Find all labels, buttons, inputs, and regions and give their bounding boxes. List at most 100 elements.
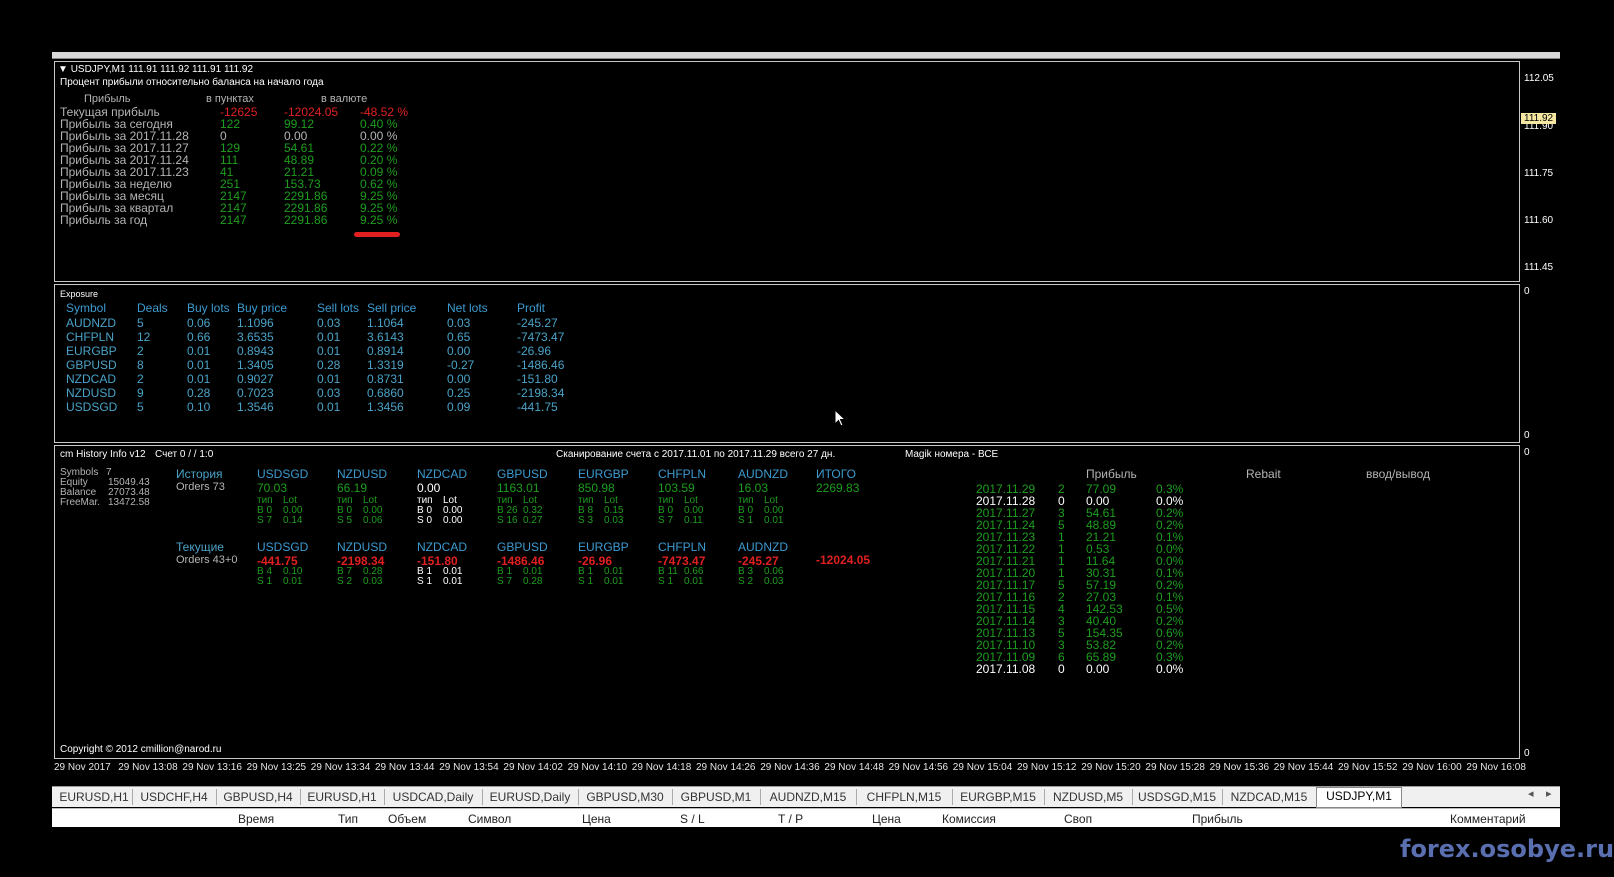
exposure-cell: 5 [137,400,144,414]
terminal-column[interactable]: Объем [388,812,426,826]
symbol-profit: 0.00 [417,481,441,495]
chart-tab[interactable]: USDSGD,M15 [1132,789,1223,805]
symbol-name: AUDNZD [738,540,788,554]
time-tick: 29 Nov 15:20 [1081,762,1141,773]
chart-tab[interactable]: NZDCAD,M15 [1222,789,1317,805]
exposure-cell: 1.1096 [237,316,274,330]
chart-tab[interactable]: AUDNZD,M15 [760,789,857,805]
sell-lots: 0.03 [764,576,784,587]
chart-tab[interactable]: EURGBP,M15 [952,789,1045,805]
history-scan-range: Сканирование счета с 2017.11.01 по 2017.… [556,449,836,460]
terminal-column[interactable]: Тип [338,812,358,826]
mouse-cursor-icon [834,408,847,430]
profit-table: Текущая прибыль -12625 -12024.05 -48.52 % Пр… [60,106,420,226]
exposure-cell: USDSGD [66,400,118,414]
history-label: История [176,467,223,481]
time-tick: 29 Nov 16:08 [1466,762,1526,773]
terminal-column[interactable]: Своп [1064,812,1092,826]
exposure-scale-bottom: 0 [1524,430,1530,441]
sell-lots: 0.01 [443,576,463,587]
profit-points: 122 [220,117,241,131]
exposure-title: Exposure [60,289,99,299]
time-tick: 29 Nov 15:04 [952,762,1013,773]
profit-label: Прибыль за год [60,213,148,227]
exposure-cell: 0.01 [317,400,341,414]
exposure-cell: NZDUSD [66,386,116,400]
chart-tab[interactable]: USDJPY,M1 [1316,787,1402,808]
terminal-column[interactable]: Прибыль [1192,812,1243,826]
exposure-cell: 0.8731 [367,372,404,386]
symbol-name: NZDCAD [417,467,467,481]
chart-tab[interactable]: CHFPLN,M15 [856,789,953,805]
symbol-profit: 66.19 [337,481,368,495]
terminal-column[interactable]: Время [238,812,274,826]
exposure-cell: 1.3456 [367,400,404,414]
account-info-key: FreeMar. [60,497,101,508]
exposure-cell: 1.3319 [367,358,404,372]
exposure-cell: 0.01 [317,344,341,358]
sell-count: S 7 [257,515,273,526]
tab-scroll-right-icon[interactable]: ▸ [1546,787,1552,800]
symbol-profit: 16.03 [738,481,769,495]
sell-count: S 1 [257,576,273,587]
exposure-cell: EURGBP [66,344,117,358]
chart-tab[interactable]: EURUSD,H1 [56,789,133,805]
sell-lots: 0.01 [283,576,303,587]
exposure-cell: 0.03 [447,316,471,330]
sell-lots: 0.27 [523,515,543,526]
time-tick: 29 Nov 15:36 [1209,762,1270,773]
chart-tab[interactable]: EURUSD,H1 [300,789,385,805]
daily-header-rebait: Rebait [1246,467,1281,481]
sell-count: S 0 [417,515,433,526]
exposure-cell: 0.00 [447,344,471,358]
chart-tab[interactable]: EURUSD,Daily [482,789,579,805]
exposure-cell: 1.3405 [237,358,274,372]
exposure-cell: 0.10 [187,400,211,414]
terminal-column[interactable]: S / L [680,812,705,826]
time-tick: 29 Nov 13:16 [182,762,242,773]
exposure-cell: 0.65 [447,330,471,344]
chart-tab[interactable]: USDCHF,H4 [132,789,217,805]
exposure-cell: -1486.46 [517,358,565,372]
terminal-column[interactable]: T / P [778,812,803,826]
exposure-cell: 0.9027 [237,372,274,386]
exposure-cell: 0.01 [187,372,211,386]
daily-pct: 0.0% [1156,662,1184,676]
exposure-cell: 0.09 [447,400,471,414]
terminal-column[interactable]: Комиссия [942,812,996,826]
collapse-arrow-icon[interactable]: ▼ [58,64,68,75]
chart-tabs-bar: EURUSD,H1 USDCHF,H4 GBPUSD,H4 EURUSD,H1 USDC… [52,786,1560,808]
chart-toolbar-strip [52,52,1560,59]
exposure-cell: 0.6860 [367,386,404,400]
exposure-header: Buy price [237,301,288,315]
exposure-cell: 3.6535 [237,330,274,344]
exposure-cell: GBPUSD [66,358,117,372]
sell-count: S 1 [658,576,674,587]
chart-tab[interactable]: GBPUSD,M30 [578,789,673,805]
itogo-history-value: 2269.83 [816,481,860,495]
terminal-column[interactable]: Комментарий [1450,812,1526,826]
terminal-column[interactable]: Символ [468,812,511,826]
current-price-badge: 111.92 [1521,113,1557,124]
terminal-column[interactable]: Цена [872,812,901,826]
symbol-profit: 850.98 [578,481,615,495]
exposure-cell: 8 [137,358,144,372]
profit-pct: 9.25 % [360,213,398,227]
exposure-cell: 2 [137,372,144,386]
sell-count: S 5 [337,515,353,526]
sell-count: S 2 [337,576,353,587]
terminal-column[interactable]: Цена [582,812,611,826]
chart-tab[interactable]: GBPUSD,H4 [216,789,301,805]
exposure-cell: AUDNZD [66,316,116,330]
daily-n: 0 [1058,662,1065,676]
exposure-header: Symbol [66,301,107,315]
time-tick: 29 Nov 15:28 [1145,762,1205,773]
time-tick: 29 Nov 16:00 [1402,762,1462,773]
chart-tab[interactable]: NZDUSD,M5 [1044,789,1133,805]
sell-count: S 1 [738,515,754,526]
chart-tab[interactable]: GBPUSD,M1 [672,789,761,805]
time-tick: 29 Nov 2017 [54,762,111,773]
time-tick: 29 Nov 14:48 [824,762,884,773]
tab-scroll-left-icon[interactable]: ◂ [1528,787,1534,800]
chart-tab[interactable]: USDCAD,Daily [384,789,483,805]
